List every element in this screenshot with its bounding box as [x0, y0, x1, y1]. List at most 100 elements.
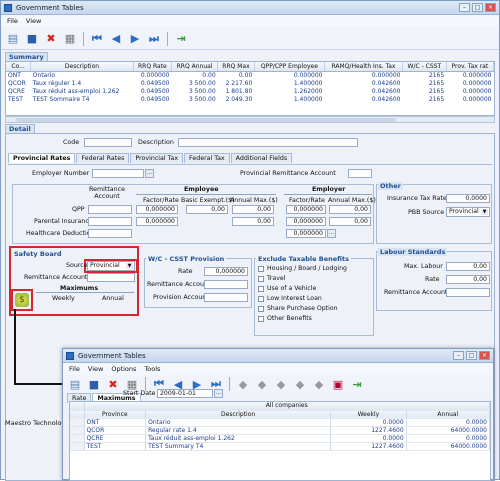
table-row[interactable]: QCOR Taux réguler 1.4 0.049500 3 500.00 2 21…	[6, 79, 494, 87]
maximums-grid[interactable]: All companies Province Description Weekly A…	[69, 401, 491, 481]
summary-column-header[interactable]: RRQ Annual	[171, 62, 219, 72]
checkbox[interactable]	[258, 265, 264, 272]
qpp-employer-factor-input[interactable]: 0,000000	[286, 205, 326, 214]
maximums-column-header[interactable]: Weekly	[330, 410, 407, 419]
max-labour-input[interactable]: 0,00	[446, 262, 490, 271]
tab-federal-tax[interactable]: Federal Tax	[184, 153, 230, 163]
qpp-factor-input[interactable]: 0,000000	[136, 205, 178, 214]
row-indicator[interactable]	[70, 434, 85, 443]
wc-provision-input[interactable]	[204, 293, 248, 302]
parental-remittance-input[interactable]	[88, 217, 132, 226]
code-input[interactable]	[84, 138, 132, 147]
table-row[interactable]: ONT Ontario 0.000000 0.00 0.00 0.000000 0.0000…	[6, 71, 494, 79]
summary-column-header[interactable]: RAMQ/Health Ins. Tax	[324, 62, 404, 72]
checkbox-travel[interactable]: Travel	[258, 275, 285, 282]
menu-file[interactable]: File	[69, 365, 80, 373]
maximize-button[interactable]: □	[472, 3, 483, 12]
minimize-button[interactable]: –	[453, 351, 464, 360]
checkbox[interactable]	[258, 295, 264, 302]
safety-remittance-input[interactable]	[87, 273, 135, 282]
checkbox-housing[interactable]: Housing / Board / Lodging	[258, 265, 347, 272]
checkbox-vehicle[interactable]: Use of a Vehicle	[258, 285, 316, 292]
checkbox-other-benefits[interactable]: Other Benefits	[258, 315, 312, 322]
delete-icon[interactable]: ✖	[43, 31, 59, 47]
calculator-icon[interactable]: ▣	[330, 376, 346, 392]
row-indicator[interactable]	[70, 418, 85, 427]
delete-icon[interactable]: ✖	[105, 376, 121, 392]
new-icon[interactable]: ▤	[67, 376, 83, 392]
checkbox[interactable]	[258, 275, 264, 282]
checkbox-low-interest-loan[interactable]: Low Interest Loan	[258, 295, 322, 302]
maximums-column-header[interactable]: Description	[145, 410, 332, 419]
summary-horizontal-scrollbar[interactable]	[5, 116, 495, 123]
tab-provincial-tax[interactable]: Provincial Tax	[130, 153, 184, 163]
provincial-remittance-input[interactable]	[348, 169, 372, 178]
next-record-icon[interactable]: ▶	[127, 31, 143, 47]
close-button[interactable]: ×	[479, 351, 490, 360]
table-row[interactable]: TEST TEST Summary T4 1227.4600 64000.0000	[70, 442, 490, 451]
insurance-tax-rate-input[interactable]: 0,0000	[446, 194, 490, 203]
maximums-column-header[interactable]: Province	[84, 410, 147, 419]
row-indicator[interactable]	[70, 442, 85, 451]
summary-column-header[interactable]: RRQ Max	[217, 62, 255, 72]
maximums-column-header[interactable]: Annual	[406, 410, 490, 419]
last-record-icon[interactable]: ⏭	[146, 31, 162, 47]
maximize-button[interactable]: □	[466, 351, 477, 360]
summary-column-header[interactable]: Description	[30, 62, 134, 72]
checkbox[interactable]	[258, 305, 264, 312]
parental-annual-max-input[interactable]: 0,00	[232, 217, 274, 226]
summary-grid[interactable]: Co... Description RRQ Rate RRQ Annual RRQ Ma…	[5, 61, 495, 116]
checkbox[interactable]	[258, 315, 264, 322]
description-input[interactable]	[178, 138, 358, 147]
parental-factor-input[interactable]: 0,000000	[136, 217, 178, 226]
export-icon[interactable]: ⇥	[349, 376, 365, 392]
labour-rate-input[interactable]: 0,00	[446, 275, 490, 284]
previous-record-icon[interactable]: ◀	[108, 31, 124, 47]
menu-view[interactable]: View	[88, 365, 103, 373]
print-icon[interactable]: ▦	[62, 31, 78, 47]
minimize-button[interactable]: –	[459, 3, 470, 12]
start-date-input[interactable]: 2009-01-01	[157, 389, 213, 398]
wc-rate-input[interactable]: 0,000000	[204, 267, 248, 276]
menu-tools[interactable]: Tools	[144, 365, 160, 373]
scrollbar-thumb[interactable]	[16, 118, 396, 122]
safety-source-select[interactable]: Provincial ▼	[87, 261, 135, 271]
start-date-picker-button[interactable]: …	[214, 389, 223, 398]
save-icon[interactable]: ■	[86, 376, 102, 392]
table-row[interactable]: QCRE Taux réduit ass-emploi 1.262 0.049500…	[6, 87, 494, 95]
close-button[interactable]: ×	[485, 3, 496, 12]
qpp-remittance-input[interactable]	[88, 205, 132, 214]
healthcare-employer-factor-input[interactable]: 0,000000	[286, 229, 326, 238]
first-record-icon[interactable]: ⏮	[89, 31, 105, 47]
menu-file[interactable]: File	[7, 17, 18, 25]
save-icon[interactable]: ■	[24, 31, 40, 47]
maximums-edit-icon[interactable]: $	[15, 293, 29, 307]
checkbox[interactable]	[258, 285, 264, 292]
row-indicator[interactable]	[70, 426, 85, 435]
chevron-down-icon[interactable]: ▼	[481, 209, 488, 215]
export-icon[interactable]: ⇥	[173, 31, 189, 47]
employer-number-lookup-button[interactable]: …	[145, 169, 154, 178]
labour-remittance-input[interactable]	[446, 288, 490, 297]
pbb-source-select[interactable]: Provincial ▼	[446, 207, 490, 217]
summary-column-header[interactable]: RRQ Rate	[133, 62, 172, 72]
qpp-employer-annual-input[interactable]: 0,00	[329, 205, 371, 214]
parental-employer-annual-input[interactable]: 0,00	[329, 217, 371, 226]
summary-column-header[interactable]: Prov. Tax rat	[446, 62, 494, 72]
wc-remittance-input[interactable]	[204, 280, 248, 289]
healthcare-lookup-button[interactable]: …	[327, 229, 336, 238]
qpp-basic-exempt-input[interactable]: 0,00	[186, 205, 228, 214]
table-row[interactable]: TEST TEST Sommaire T4 0.049500 3 500.00 2 04…	[6, 95, 494, 103]
new-icon[interactable]: ▤	[5, 31, 21, 47]
employer-number-input[interactable]	[92, 169, 144, 178]
tab-provincial-rates[interactable]: Provincial Rates	[8, 153, 76, 163]
table-row[interactable]: QCRE Taux réduit ass-emploi 1.262 0.0000 0.…	[70, 434, 490, 443]
healthcare-remittance-input[interactable]	[88, 229, 132, 238]
table-row[interactable]: QCOR Regular rate 1.4 1227.4600 64000.0000	[70, 426, 490, 435]
chevron-down-icon[interactable]: ▼	[126, 263, 133, 269]
summary-column-header[interactable]: W/C - CSST	[402, 62, 447, 72]
table-row[interactable]: ONT Ontario 0.0000 0.0000	[70, 418, 490, 427]
tab-federal-rates[interactable]: Federal Rates	[76, 153, 130, 163]
qpp-annual-max-input[interactable]: 0,00	[232, 205, 274, 214]
summary-column-header[interactable]: Co...	[6, 62, 32, 72]
